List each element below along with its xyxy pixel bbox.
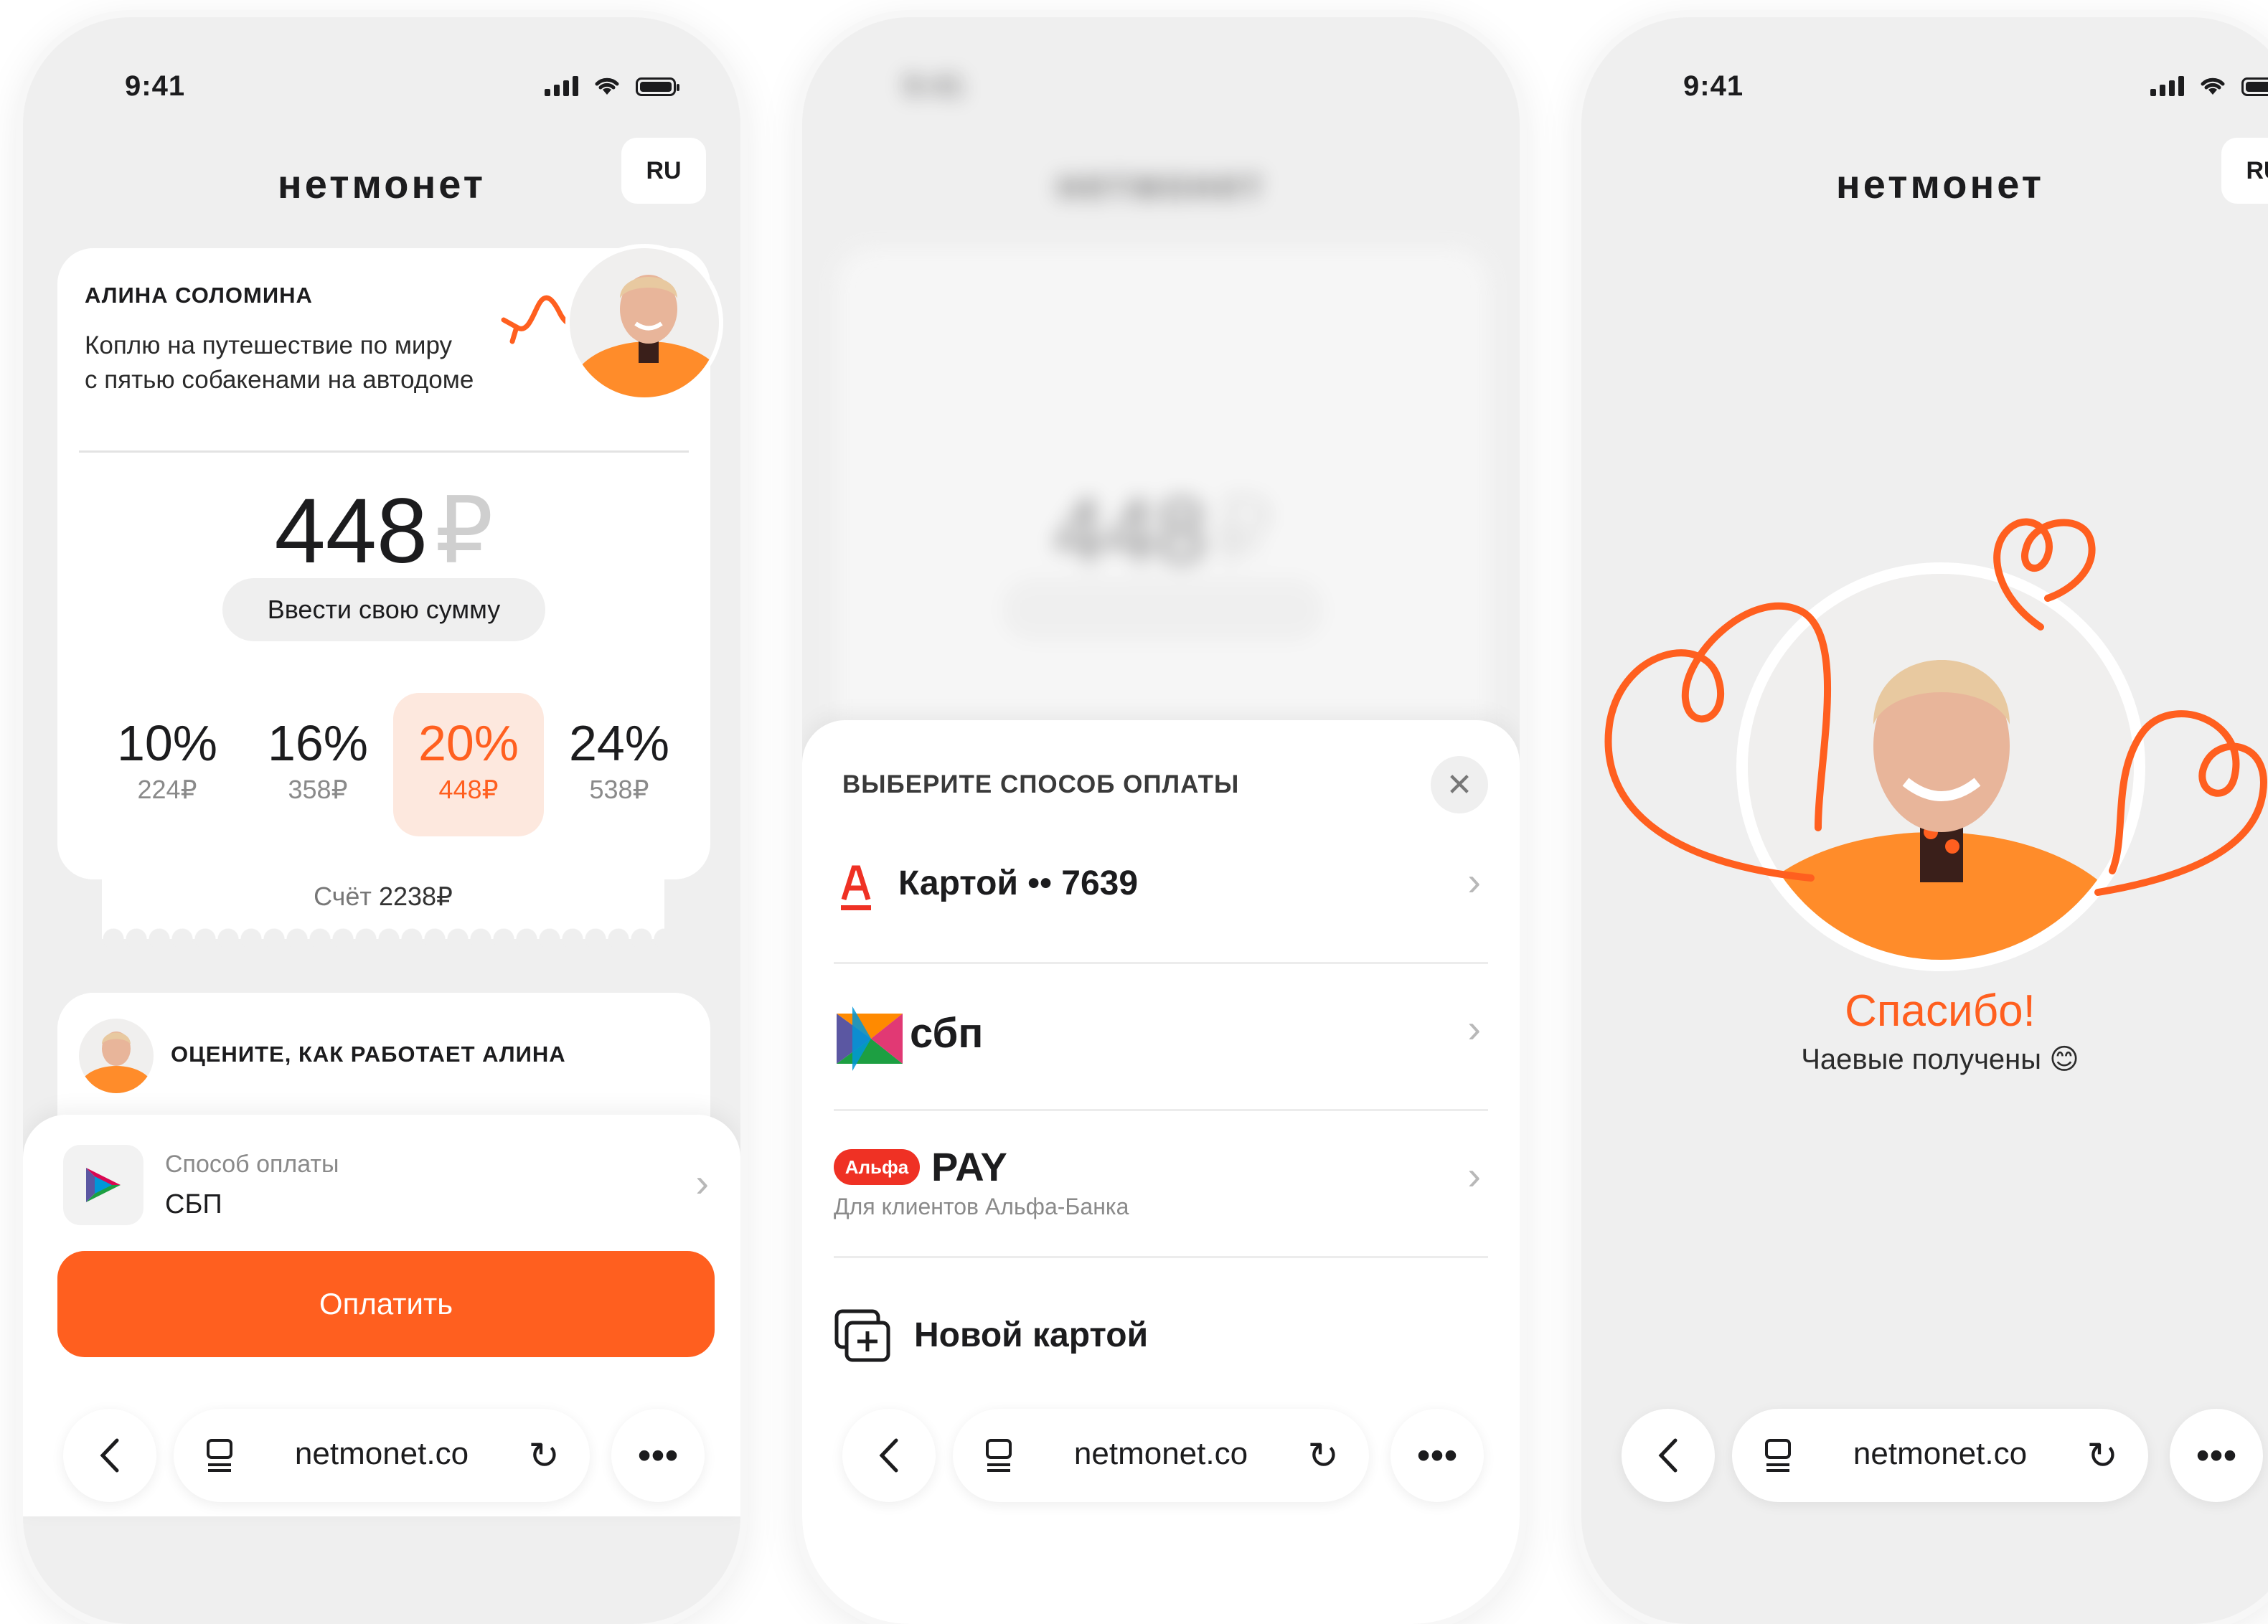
chevron-right-icon: › [1467,859,1481,904]
url-text: netmonet.co [1853,1436,2028,1471]
bill-receipt: Счёт 2238₽ [102,860,664,950]
status-bar: 9:41 [23,56,740,113]
bill-label: Счёт [314,882,372,911]
more-icon[interactable]: ••• [611,1409,705,1502]
divider [79,450,689,453]
option-alfapay-sub: Для клиентов Альфа-Банка [834,1194,1129,1219]
option-alfapay[interactable]: Альфа PAY Для клиентов Альфа-Банка › [834,1115,1488,1258]
payment-method-selector[interactable]: Способ оплаты СБП › [63,1145,709,1231]
option-card[interactable]: Картой •• 7639 › [834,821,1488,964]
tip-option-10[interactable]: 10% 224₽ [92,693,243,836]
close-icon[interactable]: ✕ [1431,756,1488,813]
more-icon[interactable]: ••• [2170,1409,2263,1502]
signal-icon [2150,75,2184,96]
option-sbp-label: сбп [910,1010,984,1057]
battery-icon [636,77,679,96]
phone-success-screen: 9:41 нетмонет RU Спасибо! Чаевые получен… [1581,17,2268,1624]
wifi-icon [2201,77,2225,95]
back-icon[interactable] [1622,1409,1715,1502]
reload-icon[interactable]: ↻ [2086,1435,2118,1478]
heart-doodle-icon [1604,518,2267,896]
tip-option-24[interactable]: 24% 538₽ [544,693,695,836]
tip-option-20[interactable]: 20% 448₽ [393,693,544,836]
employee-name: АЛИНА СОЛОМИНА [85,283,313,308]
back-icon[interactable] [63,1409,156,1502]
employee-avatar [565,244,723,402]
employee-goal: Коплю на путешествие по миру с пятью соб… [85,331,474,394]
custom-amount-button[interactable]: Ввести свою сумму [222,578,545,641]
payment-method-value: СБП [165,1189,222,1219]
option-new-card[interactable]: Новой картой [834,1265,1488,1409]
option-sbp[interactable]: сбп › [834,968,1488,1111]
browser-bar: netmonet.co ↻ ••• [802,1409,1520,1502]
option-alfapay-label: PAY [931,1144,1007,1189]
address-bar[interactable]: netmonet.co ↻ [1732,1409,2148,1502]
reload-icon[interactable]: ↻ [1307,1435,1339,1478]
rate-title: ОЦЕНИТЕ, КАК РАБОТАЕТ АЛИНА [171,1042,566,1067]
tip-card: АЛИНА СОЛОМИНА Коплю на путешествие по м… [57,244,723,879]
address-bar[interactable]: netmonet.co ↻ [953,1409,1369,1502]
status-time: 9:41 [1683,70,1744,102]
alfa-badge: Альфа [834,1149,920,1185]
blurred-background: 9:41 нетмонет 448₽ [802,17,1520,879]
status-time: 9:41 [125,70,186,102]
chevron-right-icon: › [1467,1006,1481,1051]
url-text: netmonet.co [294,1436,469,1471]
status-bar: 9:41 [1581,56,2268,113]
phone-payment-sheet: 9:41 нетмонет 448₽ ВЫБЕРИТЕ СПОСОБ ОПЛАТ… [802,17,1520,1624]
sbp-icon [63,1145,143,1225]
option-new-card-label: Новой картой [914,1316,1149,1354]
new-card-icon [834,1309,890,1362]
wifi-icon [595,77,619,95]
signal-icon [545,75,578,96]
bill-value: 2238₽ [378,882,453,911]
language-button[interactable]: RU [2221,138,2268,204]
browser-bar: netmonet.co ↻ ••• [1581,1409,2268,1502]
url-text: netmonet.co [1073,1436,1248,1471]
back-icon[interactable] [842,1409,936,1502]
language-button[interactable]: RU [621,138,706,204]
chevron-right-icon: › [695,1160,709,1205]
more-icon[interactable]: ••• [1391,1409,1484,1502]
phone-tip-screen: 9:41 нетмонет RU АЛИНА СОЛОМИНА Коплю на… [23,17,740,1624]
address-bar[interactable]: netmonet.co ↻ [174,1409,590,1502]
alfa-icon [841,865,871,910]
success-title: Спасибо! [1845,986,2036,1036]
sheet-title: ВЫБЕРИТЕ СПОСОБ ОПЛАТЫ [842,770,1240,798]
chevron-right-icon: › [1467,1153,1481,1198]
rate-avatar [79,1019,154,1093]
browser-bar: netmonet.co ↻ ••• [23,1409,740,1502]
reload-icon[interactable]: ↻ [528,1435,560,1478]
payment-method-label: Способ оплаты [165,1151,339,1178]
brand-logo: нетмонет [1835,161,2045,207]
battery-icon [2241,77,2268,96]
sbp-icon [837,1006,903,1071]
tip-option-16[interactable]: 16% 358₽ [243,693,393,836]
option-card-label: Картой •• 7639 [898,864,1139,902]
success-subtitle: Чаевые получены 😊 [1801,1044,2079,1075]
pay-button[interactable]: Оплатить [57,1251,715,1357]
tip-amount: 448₽ [274,480,494,582]
